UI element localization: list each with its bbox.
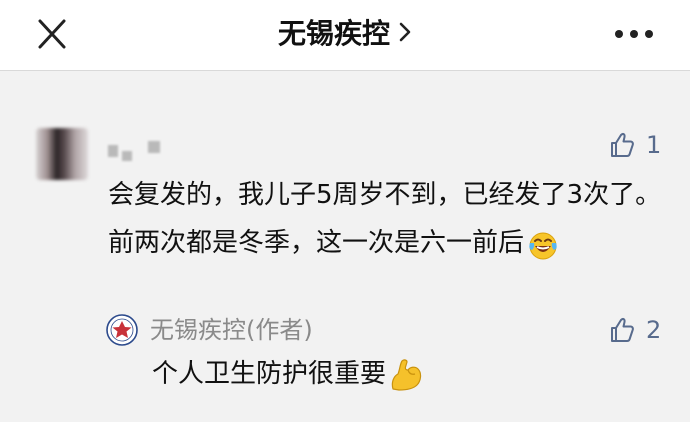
comment-body: 会复发的，我儿子5周岁不到，已经发了3次了。前两次都是冬季，这一次是六一前后 [108, 171, 668, 267]
username-blur-mark [122, 151, 132, 161]
reply-text: 个人卫生防护很重要 [152, 359, 387, 389]
tears-of-joy-emoji [528, 229, 558, 259]
author-avatar[interactable] [106, 314, 138, 346]
cdc-logo-icon [106, 314, 138, 346]
thumbs-up-icon [611, 317, 634, 342]
username-blur-mark [108, 145, 118, 157]
page-title[interactable]: 无锡疾控 [278, 17, 390, 50]
commenter-username[interactable] [108, 139, 168, 161]
chevron-right-icon[interactable] [398, 15, 412, 55]
username-blur-mark [148, 141, 160, 153]
top-navigation-bar: 无锡疾控 [0, 0, 690, 71]
reply-author-name[interactable]: 无锡疾控(作者) [150, 312, 313, 348]
reply-like-count: 2 [646, 316, 662, 344]
close-button[interactable] [30, 14, 74, 54]
commenter-avatar[interactable] [36, 128, 88, 180]
close-icon [38, 19, 66, 49]
reply-body: 个人卫生防护很重要 [152, 355, 424, 393]
comment-like-count: 1 [646, 131, 662, 159]
more-button[interactable] [608, 22, 660, 46]
thumbs-up-icon [611, 132, 634, 157]
account-title-link[interactable]: 无锡疾控 [0, 14, 690, 54]
more-dots-icon [615, 30, 653, 38]
comment-text: 会复发的，我儿子5周岁不到，已经发了3次了。前两次都是冬季，这一次是六一前后 [108, 180, 662, 258]
flexed-biceps-emoji [388, 358, 424, 392]
reply-like-button[interactable]: 2 [608, 315, 661, 345]
comment-section: 1 会复发的，我儿子5周岁不到，已经发了3次了。前两次都是冬季，这一次是六一前后… [0, 71, 690, 422]
comment-like-button[interactable]: 1 [608, 130, 661, 160]
